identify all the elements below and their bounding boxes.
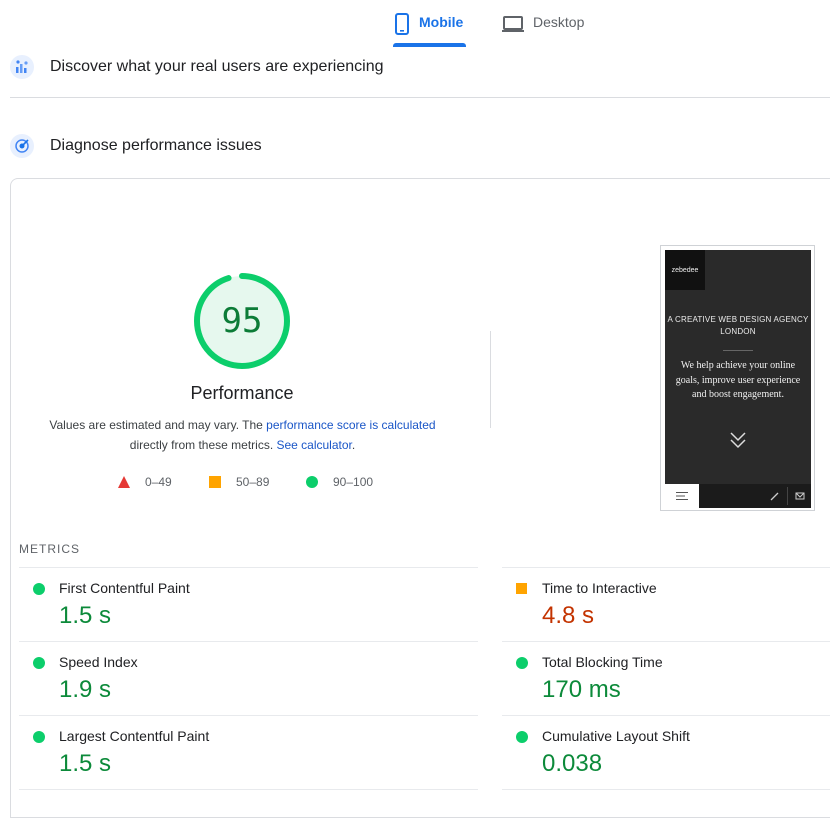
metric-cumulative-layout-shift: Cumulative Layout Shift 0.038 [502,715,830,789]
good-circle-icon [33,657,45,669]
performance-description: Values are estimated and may vary. The p… [30,415,455,455]
metric-value: 1.9 s [59,676,112,703]
triangle-icon [118,476,130,488]
good-circle-icon [33,583,45,595]
metric-value: 170 ms [542,676,621,703]
metric-name: Speed Index [59,654,138,670]
diagnose-icon [10,134,34,158]
preview-heading-line-2: LONDON [720,327,756,336]
hamburger-icon [676,492,688,500]
metric-value: 1.5 s [59,750,112,777]
metrics-bottom-rule-left [19,789,478,790]
mail-icon [795,492,805,500]
users-chart-icon [10,55,34,79]
section-divider [10,97,830,98]
vertical-divider [490,331,491,428]
field-data-title: Discover what your real users are experi… [50,58,384,75]
metric-total-blocking-time: Total Blocking Time 170 ms [502,641,830,715]
lab-data-title: Diagnose performance issues [50,137,262,154]
see-calculator-link[interactable]: See calculator [276,438,351,452]
metric-value: 4.8 s [542,602,595,629]
legend-good-range: 90–100 [333,475,374,489]
legend-poor: 0–49 [117,473,172,491]
metric-name: Total Blocking Time [542,654,663,670]
active-tab-indicator [393,43,466,47]
laptop-icon [502,16,524,32]
good-circle-icon [516,657,528,669]
legend-average-range: 50–89 [236,475,270,489]
preview-logo: zebedee [665,250,705,290]
tab-mobile[interactable]: Mobile [393,0,466,48]
desc-text-1: Values are estimated and may vary. The [49,418,267,432]
tab-mobile-label: Mobile [419,14,464,30]
desc-text-2: directly from these metrics. [129,438,277,452]
preview-heading: A CREATIVE WEB DESIGN AGENCY LONDON [665,314,811,338]
good-circle-icon [516,731,528,743]
legend-average: 50–89 [208,473,269,491]
metric-speed-index: Speed Index 1.9 s [19,641,478,715]
metric-value: 1.5 s [59,602,112,629]
score-calculated-link[interactable]: performance score is calculated [266,418,435,432]
metric-value: 0.038 [542,750,603,777]
metric-name: First Contentful Paint [59,580,190,596]
metric-name: Time to Interactive [542,580,657,596]
average-square-icon [516,583,527,594]
legend-good: 90–100 [305,473,373,491]
tab-desktop-label: Desktop [533,14,585,30]
preview-body-text: We help achieve your online goals, impro… [675,360,801,400]
metric-time-to-interactive: Time to Interactive 4.8 s [502,567,830,641]
phone-icon [395,13,409,35]
desc-text-3: . [351,438,356,452]
tab-desktop[interactable]: Desktop [501,0,601,48]
pen-icon [770,492,779,501]
page-screenshot[interactable]: zebedee A CREATIVE WEB DESIGN AGENCY LON… [665,250,811,508]
metric-largest-contentful-paint: Largest Contentful Paint 1.5 s [19,715,478,789]
lab-data-section[interactable]: Diagnose performance issues [10,132,830,160]
good-circle-icon [33,731,45,743]
field-data-section[interactable]: Discover what your real users are experi… [10,53,830,81]
legend-poor-range: 0–49 [145,475,172,489]
circle-icon [306,476,318,488]
metrics-bottom-rule-right [502,789,830,790]
performance-score: 95 [221,301,263,341]
preview-menu-button [665,484,699,508]
metrics-heading: METRICS [19,542,80,556]
preview-rule [723,350,753,351]
double-chevron-down-icon [730,432,746,449]
metric-name: Cumulative Layout Shift [542,728,690,744]
preview-heading-line-1: A CREATIVE WEB DESIGN AGENCY [667,315,809,324]
metric-first-contentful-paint: First Contentful Paint 1.5 s [19,567,478,641]
metric-name: Largest Contentful Paint [59,728,210,744]
preview-bar-divider [787,487,788,505]
performance-title: Performance [190,383,294,403]
device-tabs: Mobile Desktop [0,0,830,48]
square-icon [209,476,221,488]
